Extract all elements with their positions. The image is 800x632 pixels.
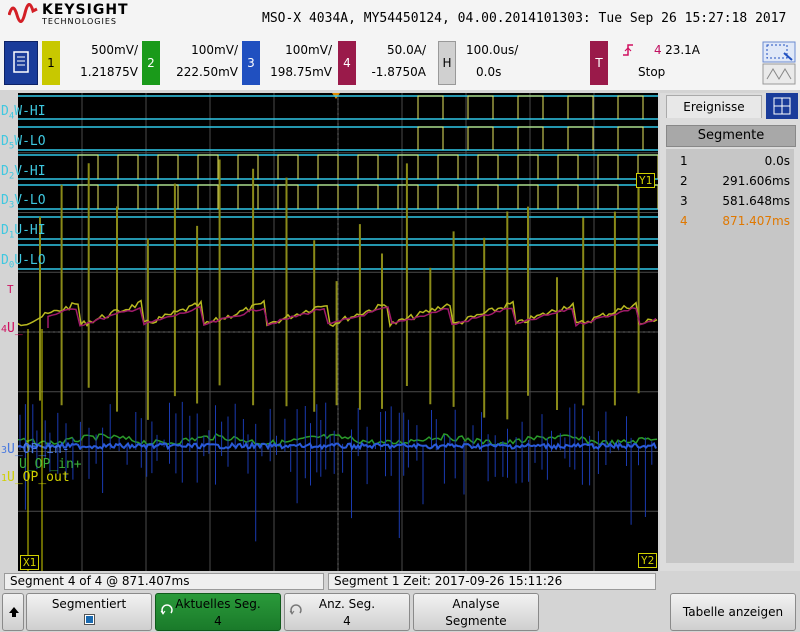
channel-2-badge: 2 [142, 41, 160, 85]
wave-logo-icon [8, 3, 38, 23]
segment-count-value: 4 [343, 614, 351, 628]
run-status: Stop [638, 65, 666, 79]
channel-1-label: 1U_OP_out [1, 470, 70, 485]
trace-labels: D4W-HI D5W-LO D2V-HI D3V-LO D1U-HI D0U-L… [0, 93, 660, 571]
channel-4-label: 4U_ [1, 321, 23, 336]
channel-3-offset: 198.75mV [270, 65, 332, 79]
current-segment-knob[interactable]: Aktuelles Seg. 4 [155, 593, 281, 631]
trigger-source: 4 [654, 43, 662, 57]
horizontal-scale: 100.0us/ [466, 43, 519, 57]
show-table-label: Tabelle anzeigen [682, 605, 784, 619]
channel-1-settings[interactable]: 1 500mV/ 1.21875V [42, 41, 138, 85]
channel-2-scale: 100mV/ [191, 43, 238, 57]
tab-ereignisse[interactable]: Ereignisse [666, 95, 762, 118]
panel-settings-tab[interactable] [766, 93, 798, 119]
segment-row-selected[interactable]: 4 871.407ms [666, 211, 794, 231]
menu-icon [13, 51, 29, 73]
digital-label-v-hi: D2V-HI [1, 164, 46, 182]
current-segment-label: Aktuelles Seg. [175, 597, 261, 611]
segment-time-status: Segment 1 Zeit: 2017-09-26 15:11:26 [328, 573, 656, 590]
trigger-badge: T [590, 41, 608, 85]
channel-3-scale: 100mV/ [285, 43, 332, 57]
zoom-icon [762, 41, 796, 85]
digital-label-v-lo: D3V-LO [1, 193, 46, 211]
digital-label-u-lo: D0U-LO [1, 253, 46, 271]
analyse-sublabel: Segmente [445, 614, 507, 628]
softkey-back-button[interactable] [2, 593, 24, 631]
digital-label-w-hi: D4W-HI [1, 104, 46, 122]
brand-name: KEYSIGHT [42, 2, 129, 18]
channel-1-badge: 1 [42, 41, 60, 85]
segmented-checkbox[interactable] [84, 614, 95, 625]
rising-edge-icon [623, 44, 633, 56]
horizontal-settings[interactable]: H 100.0us/ 0.0s [438, 41, 518, 85]
trigger-level-marker: T [7, 283, 14, 296]
segment-count-label: Anz. Seg. [318, 597, 376, 611]
title-bar: KEYSIGHT TECHNOLOGIES MSO-X 4034A, MY544… [0, 0, 800, 38]
cursor-y2-marker[interactable]: Y2 [638, 553, 658, 568]
digital-label-w-lo: D5W-LO [1, 134, 46, 152]
cursor-y1-marker[interactable]: Y1 [636, 173, 656, 188]
main-menu-button[interactable] [4, 41, 38, 85]
quick-action-icons[interactable] [762, 41, 796, 85]
segment-row[interactable]: 1 0.0s [666, 151, 794, 171]
channel-4-offset: -1.8750A [371, 65, 426, 79]
segmented-toggle[interactable]: Segmentiert [26, 593, 152, 631]
segment-row[interactable]: 2 291.606ms [666, 171, 794, 191]
channel-4-settings[interactable]: 4 50.0A/ -1.8750A [338, 41, 426, 85]
channel-3-settings[interactable]: 3 100mV/ 198.75mV [242, 41, 332, 85]
instrument-info: MSO-X 4034A, MY54450124, 04.00.201410130… [262, 11, 787, 26]
horizontal-delay: 0.0s [476, 65, 502, 79]
grid-icon [773, 97, 791, 115]
channel-1-offset: 1.21875V [80, 65, 138, 79]
channel-4-badge: 4 [338, 41, 356, 85]
trigger-settings[interactable]: T 4 23.1A Stop [590, 41, 700, 85]
channel-1-scale: 500mV/ [91, 43, 138, 57]
trigger-level: 23.1A [665, 43, 700, 57]
brand-subtitle: TECHNOLOGIES [42, 17, 117, 26]
segmented-label: Segmentiert [51, 597, 127, 611]
channel-4-scale: 50.0A/ [387, 43, 426, 57]
cursor-x1-marker[interactable]: X1 [20, 555, 40, 570]
arrow-up-icon [9, 607, 19, 617]
segment-status: Segment 4 of 4 @ 871.407ms [4, 573, 324, 590]
segments-table: 1 0.0s 2 291.606ms 3 581.648ms 4 871.407ms [666, 149, 794, 563]
current-segment-value: 4 [214, 614, 222, 628]
horizontal-badge: H [438, 41, 456, 85]
channel-2-settings[interactable]: 2 100mV/ 222.50mV [142, 41, 238, 85]
events-panel: Ereignisse Segmente 1 0.0s 2 291.606ms 3 58… [660, 93, 800, 571]
channel-2-offset: 222.50mV [176, 65, 238, 79]
show-table-button[interactable]: Tabelle anzeigen [670, 593, 796, 631]
segment-count-knob[interactable]: Anz. Seg. 4 [284, 593, 410, 631]
segment-row[interactable]: 3 581.648ms [666, 191, 794, 211]
digital-label-u-hi: D1U-HI [1, 223, 46, 241]
channel-3-label: 3U_OP_in- [1, 442, 70, 457]
analyse-label: Analyse [452, 597, 500, 611]
keysight-logo: KEYSIGHT TECHNOLOGIES [8, 3, 129, 26]
segments-header: Segmente [666, 125, 796, 147]
analyse-segments-button[interactable]: Analyse Segmente [413, 593, 539, 631]
channel-3-badge: 3 [242, 41, 260, 85]
